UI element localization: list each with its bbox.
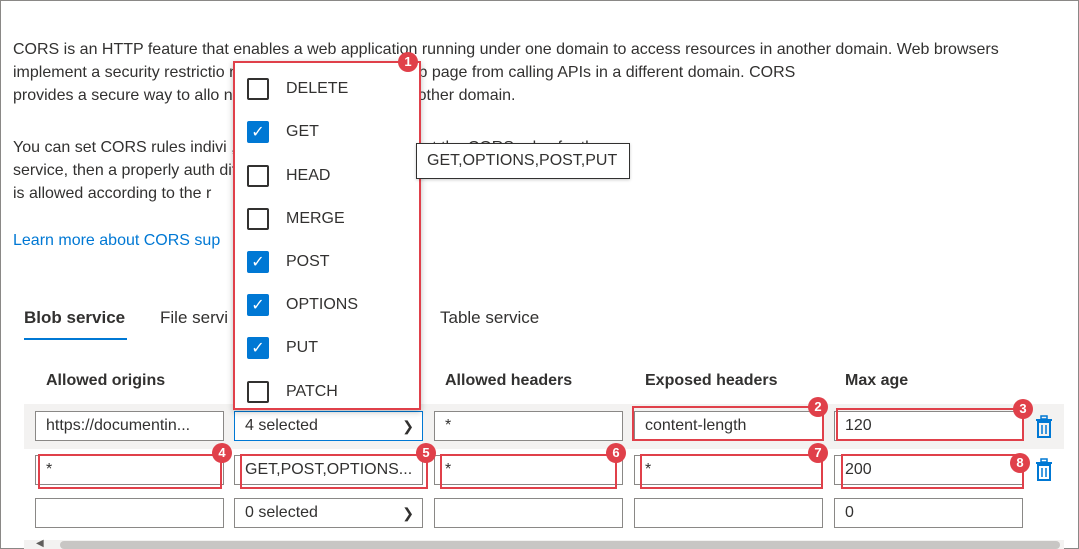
method-option-options[interactable]: ✓ OPTIONS bbox=[247, 292, 358, 318]
callout-badge-4: 4 bbox=[212, 443, 232, 463]
tab-table-service[interactable]: Table service bbox=[440, 308, 539, 328]
chevron-down-icon: ❯ bbox=[402, 418, 414, 434]
tab-blob-service[interactable]: Blob service bbox=[24, 308, 125, 328]
methods-tooltip: GET,OPTIONS,POST,PUT bbox=[416, 143, 630, 179]
check-icon[interactable]: ✓ bbox=[247, 294, 269, 316]
callout-badge-3: 3 bbox=[1013, 399, 1033, 419]
trash-icon[interactable] bbox=[1034, 458, 1054, 482]
method-option-patch[interactable]: PATCH bbox=[247, 379, 338, 405]
callout-badge-1: 1 bbox=[398, 52, 418, 72]
callout-box-5 bbox=[240, 454, 428, 489]
method-option-put[interactable]: ✓ PUT bbox=[247, 335, 318, 361]
callout-box-6 bbox=[440, 454, 617, 489]
allowed-methods-select[interactable]: 0 selected ❯ bbox=[234, 498, 423, 528]
checkbox[interactable] bbox=[247, 165, 269, 187]
check-icon[interactable]: ✓ bbox=[247, 121, 269, 143]
max-age-input[interactable]: 0 bbox=[834, 498, 1023, 528]
column-allowed-headers: Allowed headers bbox=[445, 372, 573, 389]
column-max-age: Max age bbox=[845, 372, 909, 389]
callout-badge-5: 5 bbox=[416, 443, 436, 463]
method-option-merge[interactable]: MERGE bbox=[247, 206, 345, 232]
callout-badge-6: 6 bbox=[606, 443, 626, 463]
method-option-delete[interactable]: DELETE bbox=[247, 76, 348, 102]
callout-box-7 bbox=[640, 454, 823, 489]
scrollbar-thumb[interactable] bbox=[60, 541, 1060, 549]
checkbox[interactable] bbox=[247, 208, 269, 230]
chevron-down-icon: ❯ bbox=[402, 505, 414, 521]
method-option-post[interactable]: ✓ POST bbox=[247, 249, 330, 275]
allowed-headers-input[interactable]: * bbox=[434, 411, 623, 441]
allowed-origins-input[interactable]: https://documentin... bbox=[35, 411, 224, 441]
cors-description: CORS is an HTTP feature that enables a w… bbox=[13, 41, 999, 104]
allowed-headers-input[interactable] bbox=[434, 498, 623, 528]
callout-box-4 bbox=[38, 454, 222, 489]
learn-more-link[interactable]: Learn more about CORS sup bbox=[13, 232, 220, 250]
scroll-left-icon[interactable]: ◀ bbox=[36, 538, 44, 549]
check-icon[interactable]: ✓ bbox=[247, 337, 269, 359]
allowed-methods-select[interactable]: 4 selected ❯ bbox=[234, 411, 423, 441]
callout-badge-7: 7 bbox=[808, 443, 828, 463]
method-option-head[interactable]: HEAD bbox=[247, 163, 330, 189]
callout-box-8 bbox=[841, 454, 1024, 489]
column-allowed-origins: Allowed origins bbox=[46, 372, 166, 389]
trash-icon[interactable] bbox=[1034, 415, 1054, 439]
methods-dropdown[interactable]: DELETE ✓ GET HEAD MERGE ✓ POST ✓ OPTIONS ✓ P… bbox=[233, 61, 421, 410]
exposed-headers-input[interactable] bbox=[634, 498, 823, 528]
callout-box-2 bbox=[632, 406, 824, 441]
tab-file-service[interactable]: File servi bbox=[160, 308, 228, 328]
checkbox[interactable] bbox=[247, 381, 269, 403]
column-exposed-headers: Exposed headers bbox=[645, 372, 778, 389]
check-icon[interactable]: ✓ bbox=[247, 251, 269, 273]
allowed-origins-input[interactable] bbox=[35, 498, 224, 528]
callout-badge-8: 8 bbox=[1010, 453, 1030, 473]
method-option-get[interactable]: ✓ GET bbox=[247, 119, 319, 145]
checkbox[interactable] bbox=[247, 78, 269, 100]
callout-badge-2: 2 bbox=[808, 397, 828, 417]
callout-box-3 bbox=[836, 408, 1024, 441]
active-tab-indicator bbox=[24, 338, 127, 340]
